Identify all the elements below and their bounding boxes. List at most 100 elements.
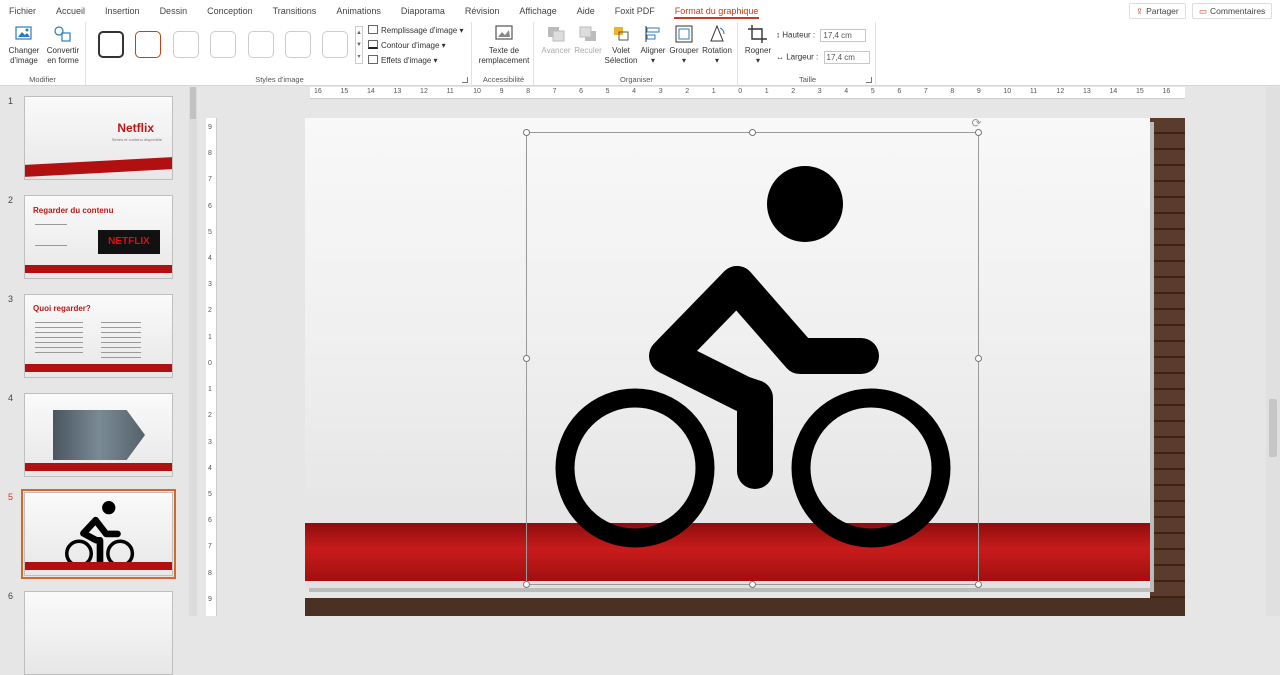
tab-conception[interactable]: Conception — [197, 0, 263, 22]
group-image-styles: ▲ ▼ ▾ Remplissage d'image ▾ Contour d'imag… — [88, 22, 472, 86]
comment-icon: ▭ — [1199, 6, 1208, 16]
ruler-h-tick: 2 — [791, 88, 796, 95]
ruler-h-tick: 7 — [552, 88, 557, 95]
share-button[interactable]: ⇪ Partager — [1129, 3, 1186, 19]
tab-dessin[interactable]: Dessin — [150, 0, 198, 22]
tab-diaporama[interactable]: Diaporama — [391, 0, 455, 22]
resize-handle-t[interactable] — [749, 129, 756, 136]
tab-affichage[interactable]: Affichage — [509, 0, 566, 22]
comments-button[interactable]: ▭ Commentaires — [1192, 3, 1273, 19]
tab-insertion[interactable]: Insertion — [95, 0, 150, 22]
slide-thumbnail-6[interactable] — [24, 591, 173, 675]
slide-thumbnail-1[interactable]: Netflix Séries et contenu disponible — [24, 96, 173, 180]
pen-outline-icon — [368, 40, 378, 49]
resize-handle-br[interactable] — [975, 581, 982, 588]
style-swatch-7[interactable] — [322, 31, 348, 58]
thumbnails-scroll-knob[interactable] — [190, 87, 196, 119]
style-swatch-6[interactable] — [285, 31, 311, 58]
ruler-h-tick: 13 — [1082, 88, 1091, 95]
crop-button[interactable]: Rogner ▾ — [742, 24, 774, 66]
slide-thumbnail-3[interactable]: Quoi regarder? — [24, 294, 173, 378]
selection-pane-button[interactable]: Volet Sélection — [604, 24, 638, 66]
convert-shape-icon — [54, 26, 71, 42]
crop-icon — [748, 25, 767, 43]
ruler-h-tick: 15 — [1135, 88, 1144, 95]
ruler-v-tick: 7 — [208, 543, 212, 551]
ruler-v-tick: 3 — [208, 281, 212, 289]
resize-handle-bl[interactable] — [523, 581, 530, 588]
ruler-h-tick: 15 — [340, 88, 349, 95]
thumbnails-scrollbar[interactable] — [189, 87, 197, 616]
bring-forward-button[interactable]: Avancer — [540, 24, 572, 56]
ruler-h-tick: 1 — [711, 88, 716, 95]
style-swatch-1[interactable] — [98, 31, 124, 58]
resize-handle-tr[interactable] — [975, 129, 982, 136]
send-backward-button[interactable]: Reculer — [572, 24, 604, 56]
resize-handle-b[interactable] — [749, 581, 756, 588]
style-swatch-5[interactable] — [248, 31, 274, 58]
tab-fichier[interactable]: Fichier — [0, 0, 46, 22]
current-slide[interactable]: ⟳ — [305, 118, 1150, 588]
align-button[interactable]: Aligner ▾ — [638, 24, 668, 66]
editor-scroll-knob[interactable] — [1269, 399, 1277, 457]
change-image-icon — [15, 26, 32, 40]
ruler-h-tick: 14 — [367, 88, 375, 95]
ruler-h-tick: 8 — [526, 88, 531, 95]
styles-dialog-launcher-icon[interactable] — [462, 77, 468, 83]
resize-handle-l[interactable] — [523, 355, 530, 362]
ruler-h-tick: 2 — [685, 88, 690, 95]
ruler-h-tick: 6 — [579, 88, 584, 95]
resize-handle-tl[interactable] — [523, 129, 530, 136]
ruler-v-tick: 1 — [208, 386, 212, 394]
ruler-v-tick: 2 — [208, 412, 212, 420]
resize-handle-r[interactable] — [975, 355, 982, 362]
image-fill-button[interactable]: Remplissage d'image ▾ — [368, 25, 463, 35]
ruler-h-tick: 11 — [1029, 88, 1038, 95]
group-modifier: Changer d'image Convertir en forme Modif… — [0, 22, 86, 86]
ruler-h-tick: 7 — [923, 88, 928, 95]
horizontal-ruler: 16 15 14 13 12 11 10 9 8 7 6 5 4 3 2 1 0 1 2 3 4 5 6 7 8 9 10 11 12 1… — [310, 87, 1185, 99]
ruler-h-tick: 12 — [1056, 88, 1065, 95]
editor-scrollbar[interactable] — [1266, 87, 1280, 616]
image-effects-button[interactable]: Effets d'image ▾ — [368, 55, 438, 65]
convert-shape-button[interactable]: Convertir en forme — [44, 24, 82, 66]
vertical-ruler: 9 8 7 6 5 4 3 2 1 0 1 2 3 4 5 6 7 8 9 — [206, 118, 217, 616]
tab-accueil[interactable]: Accueil — [46, 0, 95, 22]
ruler-h-tick: 4 — [844, 88, 849, 95]
style-swatch-4[interactable] — [210, 31, 236, 58]
ruler-v-tick: 2 — [208, 307, 212, 315]
image-outline-button[interactable]: Contour d'image ▾ — [368, 40, 446, 50]
slide-thumbnail-4[interactable] — [24, 393, 173, 477]
group-photo-image — [53, 410, 145, 460]
slide-editor: ⟳ — [305, 118, 1185, 616]
size-dialog-launcher-icon[interactable] — [866, 77, 872, 83]
alt-text-button[interactable]: Texte de remplacement — [476, 24, 532, 66]
rotate-button[interactable]: Rotation ▾ — [700, 24, 734, 66]
styles-gallery-scroll[interactable]: ▲ ▼ ▾ — [355, 26, 363, 64]
ruler-h-tick: 0 — [738, 88, 743, 95]
slide-thumbnail-2[interactable]: Regarder du contenu NETFLIX — [24, 195, 173, 279]
ruler-h-tick: 10 — [473, 88, 481, 95]
ruler-h-tick: 10 — [1003, 88, 1012, 95]
tab-transitions[interactable]: Transitions — [263, 0, 327, 22]
ruler-v-tick: 9 — [208, 595, 212, 603]
group-size: Rogner ▾ ↕ Hauteur : 17,4 cm ↔ Largeur : … — [740, 22, 876, 86]
tab-format-du-graphique[interactable]: Format du graphique — [665, 0, 769, 22]
tab-aide[interactable]: Aide — [567, 0, 605, 22]
ruler-v-tick: 8 — [208, 569, 212, 577]
change-image-button[interactable]: Changer d'image — [4, 24, 44, 66]
tab-animations[interactable]: Animations — [326, 0, 391, 22]
tab-r-vision[interactable]: Révision — [455, 0, 510, 22]
width-input[interactable]: 17,4 cm — [823, 51, 870, 64]
style-swatch-3[interactable] — [173, 31, 199, 58]
tab-foxit-pdf[interactable]: Foxit PDF — [605, 0, 665, 22]
ribbon: Changer d'image Convertir en forme Modif… — [0, 22, 1280, 86]
selected-slide-frame — [21, 489, 176, 579]
group-button[interactable]: Grouper ▾ — [668, 24, 700, 66]
height-input[interactable]: 17,4 cm — [820, 29, 867, 42]
style-swatch-2[interactable] — [135, 31, 161, 58]
width-icon: ↔ — [776, 52, 784, 62]
ruler-h-tick: 16 — [1162, 88, 1171, 95]
ruler-v-tick: 5 — [208, 228, 212, 236]
netflix-logo: NETFLIX — [98, 230, 160, 254]
